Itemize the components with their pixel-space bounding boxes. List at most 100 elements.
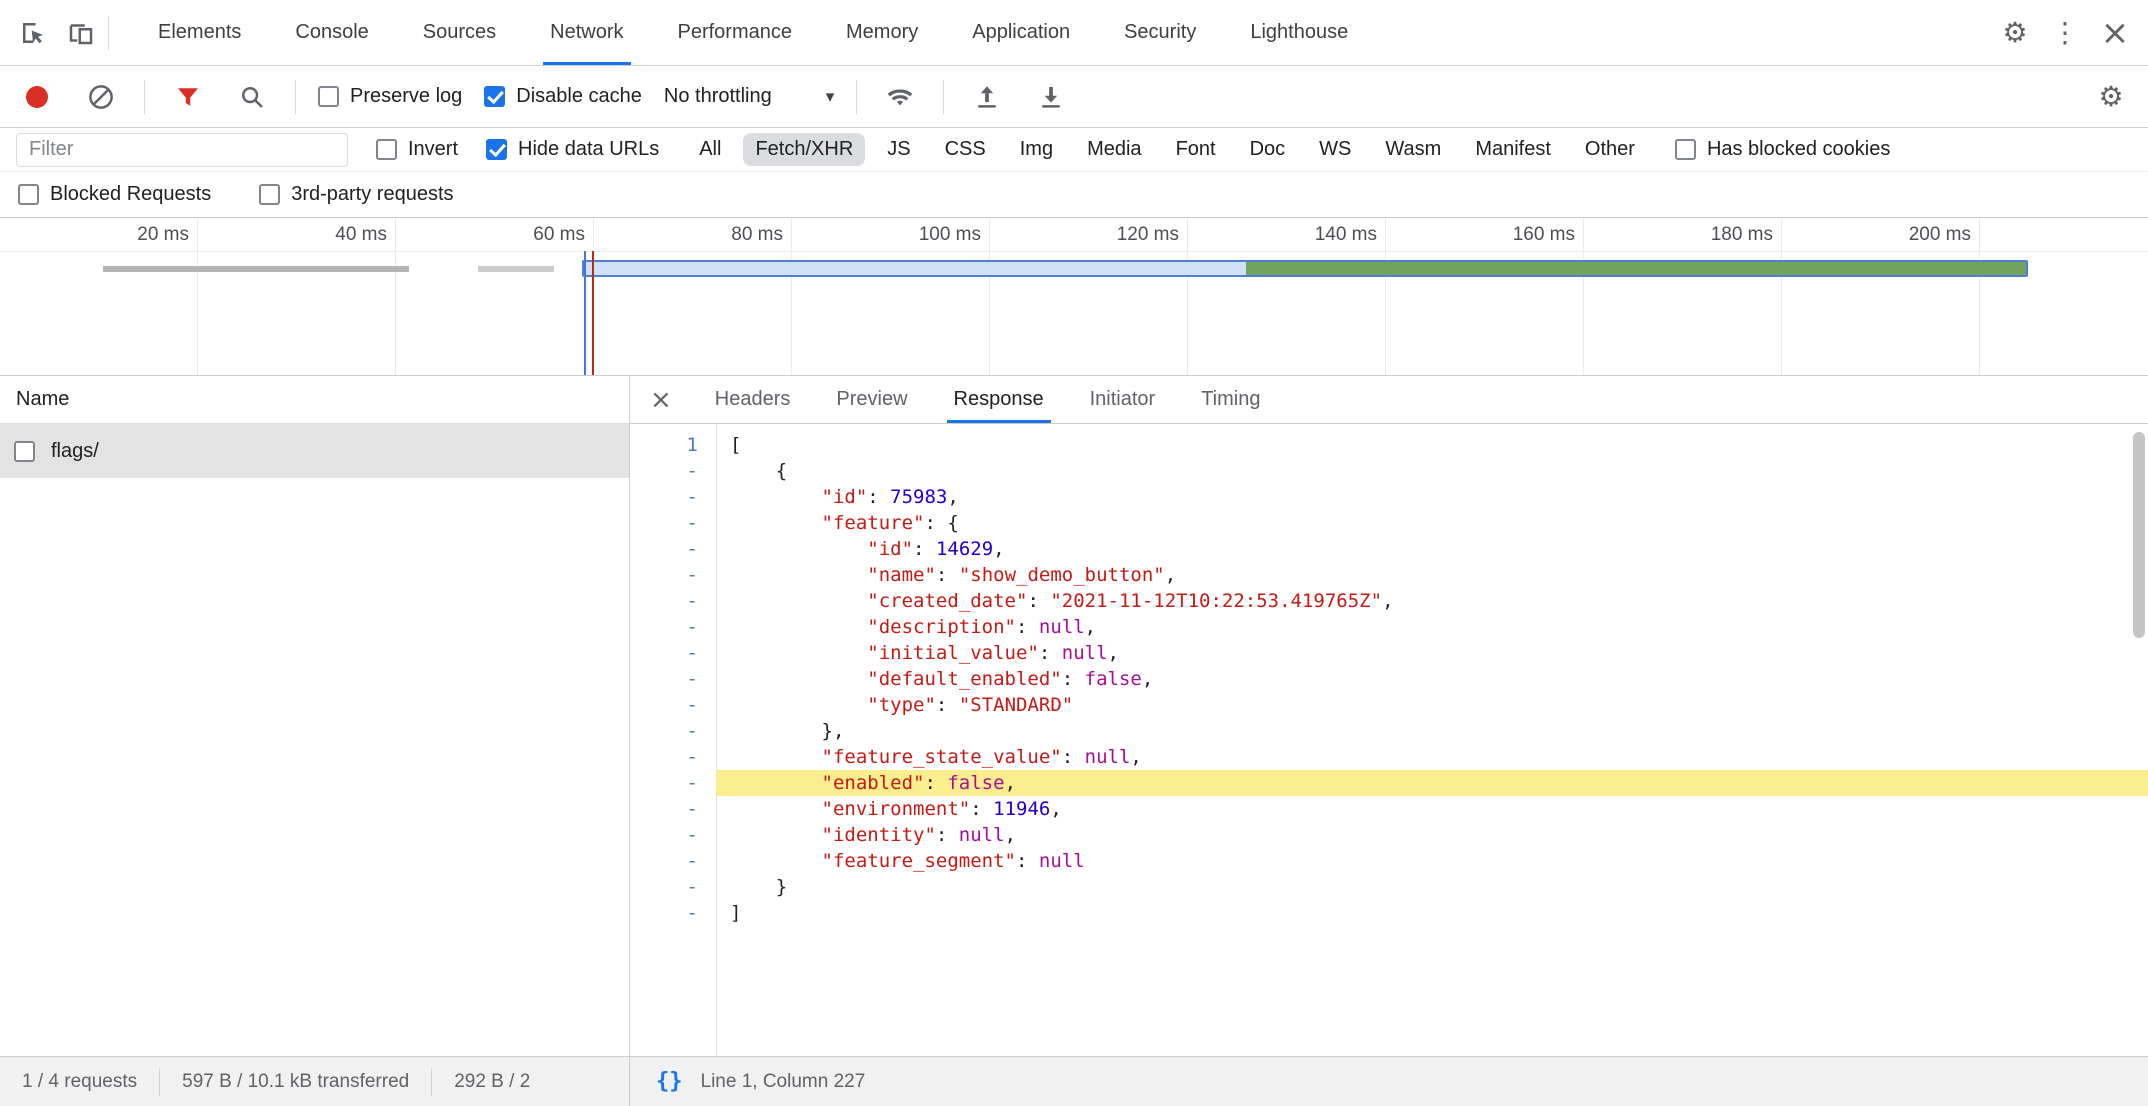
- filter-type-doc[interactable]: Doc: [1238, 133, 1298, 166]
- disable-cache-checkbox[interactable]: Disable cache: [484, 85, 642, 108]
- checkbox-unchecked[interactable]: [259, 184, 280, 205]
- filter-type-css[interactable]: CSS: [933, 133, 998, 166]
- filter-type-img[interactable]: Img: [1008, 133, 1065, 166]
- chevron-down-icon: ▾: [826, 87, 835, 107]
- line-number: -: [630, 458, 716, 484]
- throttling-value: No throttling: [664, 85, 772, 108]
- request-bar-gray: [478, 266, 554, 272]
- code-line: - "default_enabled": false,: [630, 666, 2148, 692]
- code-text: "identity": null,: [716, 822, 2148, 848]
- filter-type-js[interactable]: JS: [875, 133, 922, 166]
- clear-network-log-icon[interactable]: [80, 76, 122, 118]
- request-row[interactable]: flags/: [0, 424, 629, 478]
- tab-elements[interactable]: Elements: [131, 0, 268, 65]
- close-devtools-icon[interactable]: ×: [2094, 12, 2136, 54]
- checkbox-unchecked[interactable]: [1675, 139, 1696, 160]
- code-line: - "environment": 11946,: [630, 796, 2148, 822]
- code-line: 1[: [630, 432, 2148, 458]
- network-settings: ⚙: [2090, 76, 2132, 118]
- preserve-log-checkbox[interactable]: Preserve log: [318, 85, 462, 108]
- tab-sources[interactable]: Sources: [396, 0, 523, 65]
- code-text: "type": "STANDARD": [716, 692, 2148, 718]
- blocked-requests-checkbox[interactable]: Blocked Requests: [18, 183, 211, 206]
- request-detail-panel: × HeadersPreviewResponseInitiatorTiming …: [630, 376, 2148, 1056]
- filter-type-font[interactable]: Font: [1164, 133, 1228, 166]
- filter-type-media[interactable]: Media: [1075, 133, 1153, 166]
- panel-tabs: ElementsConsoleSourcesNetworkPerformance…: [131, 0, 1375, 65]
- code-text: }: [716, 874, 2148, 900]
- invert-checkbox[interactable]: Invert: [376, 138, 458, 161]
- request-bar-receiving: [1246, 262, 2026, 275]
- filter-type-other[interactable]: Other: [1573, 133, 1647, 166]
- tab-security[interactable]: Security: [1097, 0, 1223, 65]
- checkbox-checked[interactable]: [486, 139, 507, 160]
- detail-tab-response[interactable]: Response: [931, 376, 1067, 423]
- filter-type-all[interactable]: All: [687, 133, 733, 166]
- device-toolbar-icon[interactable]: [60, 12, 102, 54]
- inspect-element-icon[interactable]: [12, 12, 54, 54]
- tab-network[interactable]: Network: [523, 0, 650, 65]
- checkbox-checked[interactable]: [484, 86, 505, 107]
- name-column-header[interactable]: Name: [0, 376, 629, 424]
- pretty-print-icon[interactable]: {}: [656, 1069, 683, 1094]
- filter-type-manifest[interactable]: Manifest: [1463, 133, 1563, 166]
- has-blocked-cookies-checkbox[interactable]: Has blocked cookies: [1675, 138, 1890, 161]
- line-number: -: [630, 848, 716, 874]
- export-har-icon[interactable]: [1030, 76, 1072, 118]
- detail-tab-initiator[interactable]: Initiator: [1067, 376, 1179, 423]
- filter-bar-secondary: Blocked Requests 3rd-party requests: [0, 172, 2148, 218]
- request-bar-selected: [582, 260, 2028, 277]
- filter-type-ws[interactable]: WS: [1307, 133, 1363, 166]
- network-settings-gear-icon[interactable]: ⚙: [2090, 76, 2132, 118]
- third-party-requests-checkbox[interactable]: 3rd-party requests: [259, 183, 453, 206]
- kebab-menu-icon[interactable]: ⋮: [2044, 12, 2086, 54]
- record-network-log-icon[interactable]: [16, 76, 58, 118]
- checkbox-unchecked[interactable]: [18, 184, 39, 205]
- code-line: - "type": "STANDARD": [630, 692, 2148, 718]
- network-conditions-icon[interactable]: [879, 76, 921, 118]
- tab-lighthouse[interactable]: Lighthouse: [1223, 0, 1375, 65]
- divider: [144, 80, 145, 114]
- line-number: -: [630, 588, 716, 614]
- detail-tab-preview[interactable]: Preview: [813, 376, 930, 423]
- tab-console[interactable]: Console: [268, 0, 395, 65]
- code-text: "name": "show_demo_button",: [716, 562, 2148, 588]
- line-number: -: [630, 536, 716, 562]
- code-text: [: [716, 432, 2148, 458]
- settings-gear-icon[interactable]: ⚙: [1994, 12, 2036, 54]
- main-tabbar: ElementsConsoleSourcesNetworkPerformance…: [0, 0, 2148, 66]
- request-checkbox[interactable]: [14, 441, 35, 462]
- network-overview-timeline[interactable]: 20 ms40 ms60 ms80 ms100 ms120 ms140 ms16…: [0, 218, 2148, 376]
- line-number: -: [630, 718, 716, 744]
- timeline-tick: 140 ms: [1188, 218, 1386, 375]
- tab-memory[interactable]: Memory: [819, 0, 945, 65]
- tab-performance[interactable]: Performance: [651, 0, 820, 65]
- code-line: - },: [630, 718, 2148, 744]
- vertical-scrollbar[interactable]: [2133, 432, 2145, 638]
- close-detail-icon[interactable]: ×: [630, 385, 692, 415]
- invert-label: Invert: [408, 138, 458, 161]
- detail-tab-timing[interactable]: Timing: [1178, 376, 1283, 423]
- filter-funnel-icon[interactable]: [167, 76, 209, 118]
- line-number: 1: [630, 432, 716, 458]
- filter-type-wasm[interactable]: Wasm: [1373, 133, 1453, 166]
- search-icon[interactable]: [231, 76, 273, 118]
- third-party-requests-label: 3rd-party requests: [291, 183, 453, 206]
- throttling-select[interactable]: No throttling ▾: [664, 85, 834, 108]
- checkbox-unchecked[interactable]: [376, 139, 397, 160]
- hide-data-urls-checkbox[interactable]: Hide data URLs: [486, 138, 659, 161]
- filter-input[interactable]: [16, 133, 348, 167]
- tab-application[interactable]: Application: [945, 0, 1097, 65]
- detail-tab-headers[interactable]: Headers: [692, 376, 814, 423]
- import-har-icon[interactable]: [966, 76, 1008, 118]
- code-line: - "name": "show_demo_button",: [630, 562, 2148, 588]
- filter-type-fetch-xhr[interactable]: Fetch/XHR: [743, 133, 865, 166]
- response-code-viewer[interactable]: 1[- {- "id": 75983,- "feature": {- "id":…: [630, 424, 2148, 1056]
- code-line: - "id": 14629,: [630, 536, 2148, 562]
- checkbox-unchecked[interactable]: [318, 86, 339, 107]
- request-rows: flags/: [0, 424, 629, 478]
- network-summary: 1 / 4 requests 597 B / 10.1 kB transferr…: [0, 1057, 630, 1106]
- code-text: {: [716, 458, 2148, 484]
- code-text: ]: [716, 900, 2148, 926]
- timeline-tick: 80 ms: [594, 218, 792, 375]
